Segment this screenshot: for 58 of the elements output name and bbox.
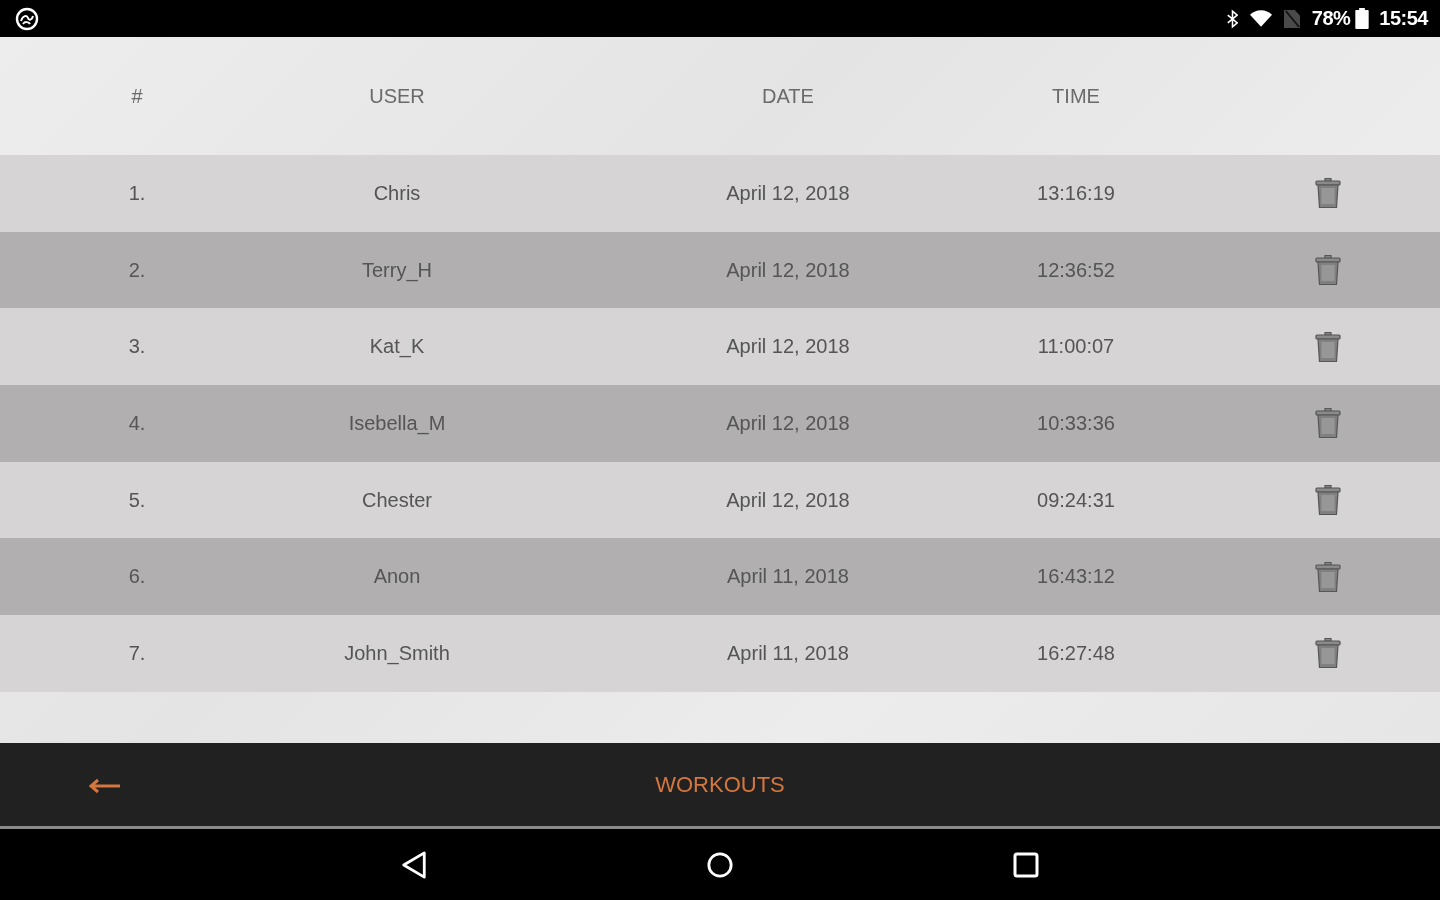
- screen-title: WORKOUTS: [655, 771, 785, 798]
- column-header: USER: [369, 84, 425, 108]
- date-cell: April 12, 2018: [726, 411, 850, 435]
- recents-square-icon[interactable]: [1013, 850, 1039, 879]
- row-number: 3.: [128, 335, 146, 359]
- wifi-icon: [1249, 10, 1272, 27]
- user-cell: Chris: [373, 181, 421, 205]
- date-cell: April 12, 2018: [726, 488, 850, 512]
- trash-icon[interactable]: [1315, 407, 1341, 440]
- column-header: DATE: [762, 84, 814, 108]
- home-circle-icon[interactable]: [707, 850, 733, 879]
- column-header: #: [131, 84, 143, 108]
- table-row[interactable]: 4. Isebella_M April 12, 2018 10:33:36: [0, 385, 1440, 462]
- user-cell: Chester: [362, 488, 432, 512]
- clock-time: 15:54: [1379, 7, 1428, 30]
- table-row[interactable]: 5. Chester April 12, 2018 09:24:31: [0, 461, 1440, 539]
- row-number: 1.: [128, 181, 146, 205]
- time-cell: 10:33:36: [1037, 411, 1115, 435]
- table-row[interactable]: 3. Kat_K April 12, 2018 11:00:07: [0, 308, 1440, 386]
- date-cell: April 12, 2018: [726, 258, 850, 282]
- bluetooth-icon: [1226, 8, 1238, 29]
- table-row[interactable]: 7. John_Smith April 11, 2018 16:27:48: [0, 615, 1440, 692]
- back-arrow-icon[interactable]: [89, 778, 121, 794]
- trash-icon[interactable]: [1315, 330, 1341, 363]
- user-cell: Kat_K: [369, 335, 425, 359]
- back-triangle-icon[interactable]: [401, 850, 427, 879]
- table-row[interactable]: 1. Chris April 12, 2018 13:16:19: [0, 155, 1440, 232]
- column-header: TIME: [1052, 84, 1100, 108]
- time-cell: 09:24:31: [1037, 488, 1115, 512]
- row-number: 6.: [128, 565, 146, 589]
- row-number: 2.: [128, 258, 146, 282]
- date-cell: April 11, 2018: [727, 565, 849, 589]
- time-cell: 12:36:52: [1037, 258, 1115, 282]
- battery-percent: 78%: [1311, 7, 1351, 30]
- date-cell: April 11, 2018: [727, 641, 849, 665]
- row-number: 7.: [128, 641, 146, 665]
- user-cell: Anon: [373, 565, 421, 589]
- trash-icon[interactable]: [1315, 254, 1341, 287]
- time-cell: 13:16:19: [1037, 181, 1115, 205]
- round-logo-icon: [15, 6, 39, 31]
- time-cell: 16:27:48: [1037, 641, 1115, 665]
- date-cell: April 12, 2018: [726, 335, 850, 359]
- user-cell: John_Smith: [344, 641, 450, 665]
- time-cell: 16:43:12: [1037, 565, 1115, 589]
- table-row[interactable]: 6. Anon April 11, 2018 16:43:12: [0, 538, 1440, 616]
- trash-icon[interactable]: [1315, 177, 1341, 210]
- date-cell: April 12, 2018: [726, 181, 850, 205]
- user-cell: Isebella_M: [348, 411, 446, 435]
- time-cell: 11:00:07: [1037, 335, 1115, 359]
- no-signal-icon: [1283, 9, 1300, 28]
- user-cell: Terry_H: [362, 258, 432, 282]
- battery-icon: [1355, 8, 1370, 29]
- trash-icon[interactable]: [1315, 637, 1341, 670]
- row-number: 4.: [128, 411, 146, 435]
- trash-icon[interactable]: [1315, 560, 1341, 593]
- trash-icon[interactable]: [1315, 484, 1341, 517]
- table-row[interactable]: 2. Terry_H April 12, 2018 12:36:52: [0, 231, 1440, 309]
- row-number: 5.: [128, 488, 146, 512]
